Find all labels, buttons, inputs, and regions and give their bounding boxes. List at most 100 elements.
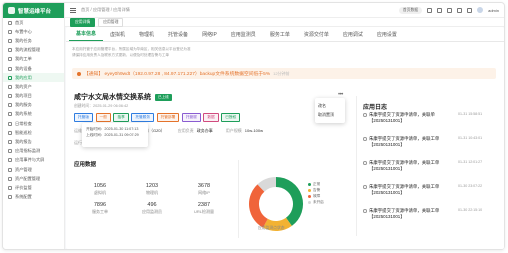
sidebar-item[interactable]: 我的资产 (3, 82, 64, 91)
menu-item-icon (8, 195, 12, 200)
sidebar-item[interactable]: 资产管理 (3, 165, 64, 174)
menu-item-icon (8, 185, 12, 190)
stat-cell[interactable]: 1056 虚拟机 (74, 183, 126, 196)
sidebar-item-label: 资产管理 (15, 166, 32, 172)
sidebar-item[interactable]: 系统配置 (3, 193, 64, 202)
menu-item-icon (8, 38, 12, 43)
sidebar-item[interactable]: 首页 (3, 18, 64, 27)
donut-slice (275, 177, 303, 226)
sidebar-item[interactable]: 资产配置管理 (3, 174, 64, 183)
tab-7[interactable]: 资源交付单 (297, 31, 336, 41)
sidebar-item[interactable]: 我的报告 (3, 137, 64, 146)
app-title: 咸宁水文局水情交换系统 (74, 94, 151, 101)
tab-4[interactable]: 网络IP (195, 31, 224, 41)
avatar[interactable] (477, 7, 484, 13)
menu-item-icon (8, 121, 12, 126)
menu-item-icon (8, 94, 12, 99)
log-title: 应用日志 (363, 105, 388, 111)
sidebar-item[interactable]: 布置中心 (3, 27, 64, 36)
stat-cell[interactable]: 3678 网络IP (178, 183, 230, 196)
stat-cell[interactable]: 7896 服务工单 (74, 202, 126, 215)
stat-value: 496 (147, 202, 157, 208)
sidebar-item[interactable]: 我的工单 (3, 55, 64, 64)
tab-9[interactable]: 应用设置 (370, 31, 404, 41)
log-text: 朱康宇提交了资源申请单，关联工单【20250131001】 (369, 184, 440, 195)
more-menu: 改名 取消置顶 (315, 98, 345, 123)
page-tab[interactable]: 应用详情 (70, 17, 96, 27)
donut-legend: 正常 告警 故障 未开启 (308, 181, 324, 205)
topbar: 首页 / 应用管理 / 应用详情 首页数据 admin (65, 3, 504, 18)
donut-caption: 应用监测点状态 (258, 226, 285, 230)
log-date: 01-30 23:07:22 (458, 184, 483, 188)
menu-item-icon (8, 29, 12, 34)
timeline-dot (363, 161, 367, 165)
menu-item-icon (8, 20, 12, 25)
sidebar-item[interactable]: 我的流程管理 (3, 46, 64, 55)
donut-slice (257, 177, 277, 192)
sidebar-item[interactable]: 我的系统 (3, 110, 64, 119)
sidebar-item-label: 应用指标监测 (15, 148, 41, 154)
log-text: 朱康宇提交了资源申请单，关联工单【20250131001】 (369, 136, 440, 147)
sidebar-menu: 首页 布置中心 我的任务 我的流程管理 我的工单我的设备 我的应用 我的资产我的项目 我的服务… (3, 18, 64, 202)
menu-item-icon (8, 66, 12, 71)
menu-item-icon (8, 176, 12, 181)
menu-item-rename[interactable]: 改名 (318, 101, 342, 110)
page-tab[interactable]: 应用管理 (98, 17, 124, 27)
stat-cell[interactable]: 1203 物理机 (126, 183, 178, 196)
stat-value: 7896 (93, 202, 107, 208)
sidebar: 智慧运维平台 首页 布置中心 我的任务 我的流程管理 我的工单 我的设备 我的应用 我的资产我… (3, 3, 65, 249)
stat-cell[interactable]: 2387 URL检测量 (178, 202, 230, 215)
sidebar-item[interactable]: 我的项目 (3, 92, 64, 101)
sidebar-item[interactable]: 评价监管 (3, 183, 64, 192)
sidebar-item[interactable]: 智能巡检 (3, 128, 64, 137)
message-icon[interactable] (437, 7, 443, 13)
stat-value: 1056 (93, 183, 107, 189)
tab-8[interactable]: 应用调试 (336, 31, 370, 41)
legend-label: 故障 (313, 193, 321, 198)
notice-banner[interactable]: 【通知】 eyey0h9wdt（192.0.97.28 , 84.97.171.… (72, 68, 496, 79)
sidebar-item[interactable]: 我的任务 (3, 36, 64, 45)
sidebar-item[interactable]: 应用指标监测 (3, 147, 64, 156)
sidebar-item-label: 智能巡检 (15, 129, 32, 135)
tab-2[interactable]: 物理机 (132, 31, 161, 41)
timeline-dot (363, 113, 367, 117)
fullscreen-icon[interactable] (457, 7, 463, 13)
user-name[interactable]: admin (488, 8, 499, 13)
tab-0[interactable]: 基本信息 (69, 30, 104, 41)
menu-item-unpin[interactable]: 取消置顶 (318, 110, 342, 119)
stat-cell[interactable]: 496 应用监测员 (126, 202, 178, 215)
breadcrumb: 首页 / 应用管理 / 应用详情 (81, 7, 130, 12)
detail-tabs: 基本信息 虚拟机 物理机 托管设备 网络IP 应用监测员 服务工单 资源交付单 应用调试 应用设置 (66, 27, 504, 42)
sidebar-item[interactable]: 应用事件与大屏 (3, 156, 64, 165)
legend-swatch (308, 194, 311, 198)
sidebar-item[interactable]: 我的设备 (3, 64, 64, 73)
warning-icon (77, 71, 81, 76)
menu-item-icon (8, 84, 12, 89)
page-tabs: 应用详情 应用管理 (65, 17, 504, 27)
tab-6[interactable]: 服务工单 (263, 31, 297, 41)
sidebar-item-label: 应用事件与大屏 (15, 157, 45, 163)
menu-item-icon (8, 130, 12, 135)
search-icon[interactable] (427, 7, 433, 13)
sidebar-item[interactable]: 我的应用 (3, 73, 64, 83)
bell-icon[interactable] (447, 7, 453, 13)
settings-icon[interactable] (467, 7, 473, 13)
tab-5[interactable]: 应用监测员 (224, 31, 263, 41)
sidebar-item-label: 我的工单 (15, 56, 32, 62)
tag: 独享 (113, 113, 129, 122)
stat-label: URL检测量 (193, 209, 214, 214)
tab-3[interactable]: 托管设备 (161, 31, 195, 41)
sidebar-item[interactable]: 我的服务 (3, 101, 64, 110)
stat-value: 1203 (145, 183, 159, 189)
tab-1[interactable]: 虚拟机 (103, 31, 132, 41)
menu-item-icon (8, 158, 12, 163)
legend-swatch (308, 188, 311, 192)
sidebar-item-label: 我的资产 (15, 83, 32, 89)
home-data-pill[interactable]: 首页数据 (398, 6, 423, 14)
menu-toggle-icon[interactable] (70, 7, 76, 13)
status-badge: 已上线 (155, 93, 172, 101)
sidebar-item[interactable]: 日常检查 (3, 119, 64, 128)
stat-value: 3678 (197, 183, 211, 189)
tag: 托管服务 (131, 113, 155, 122)
menu-item-icon (8, 75, 12, 80)
